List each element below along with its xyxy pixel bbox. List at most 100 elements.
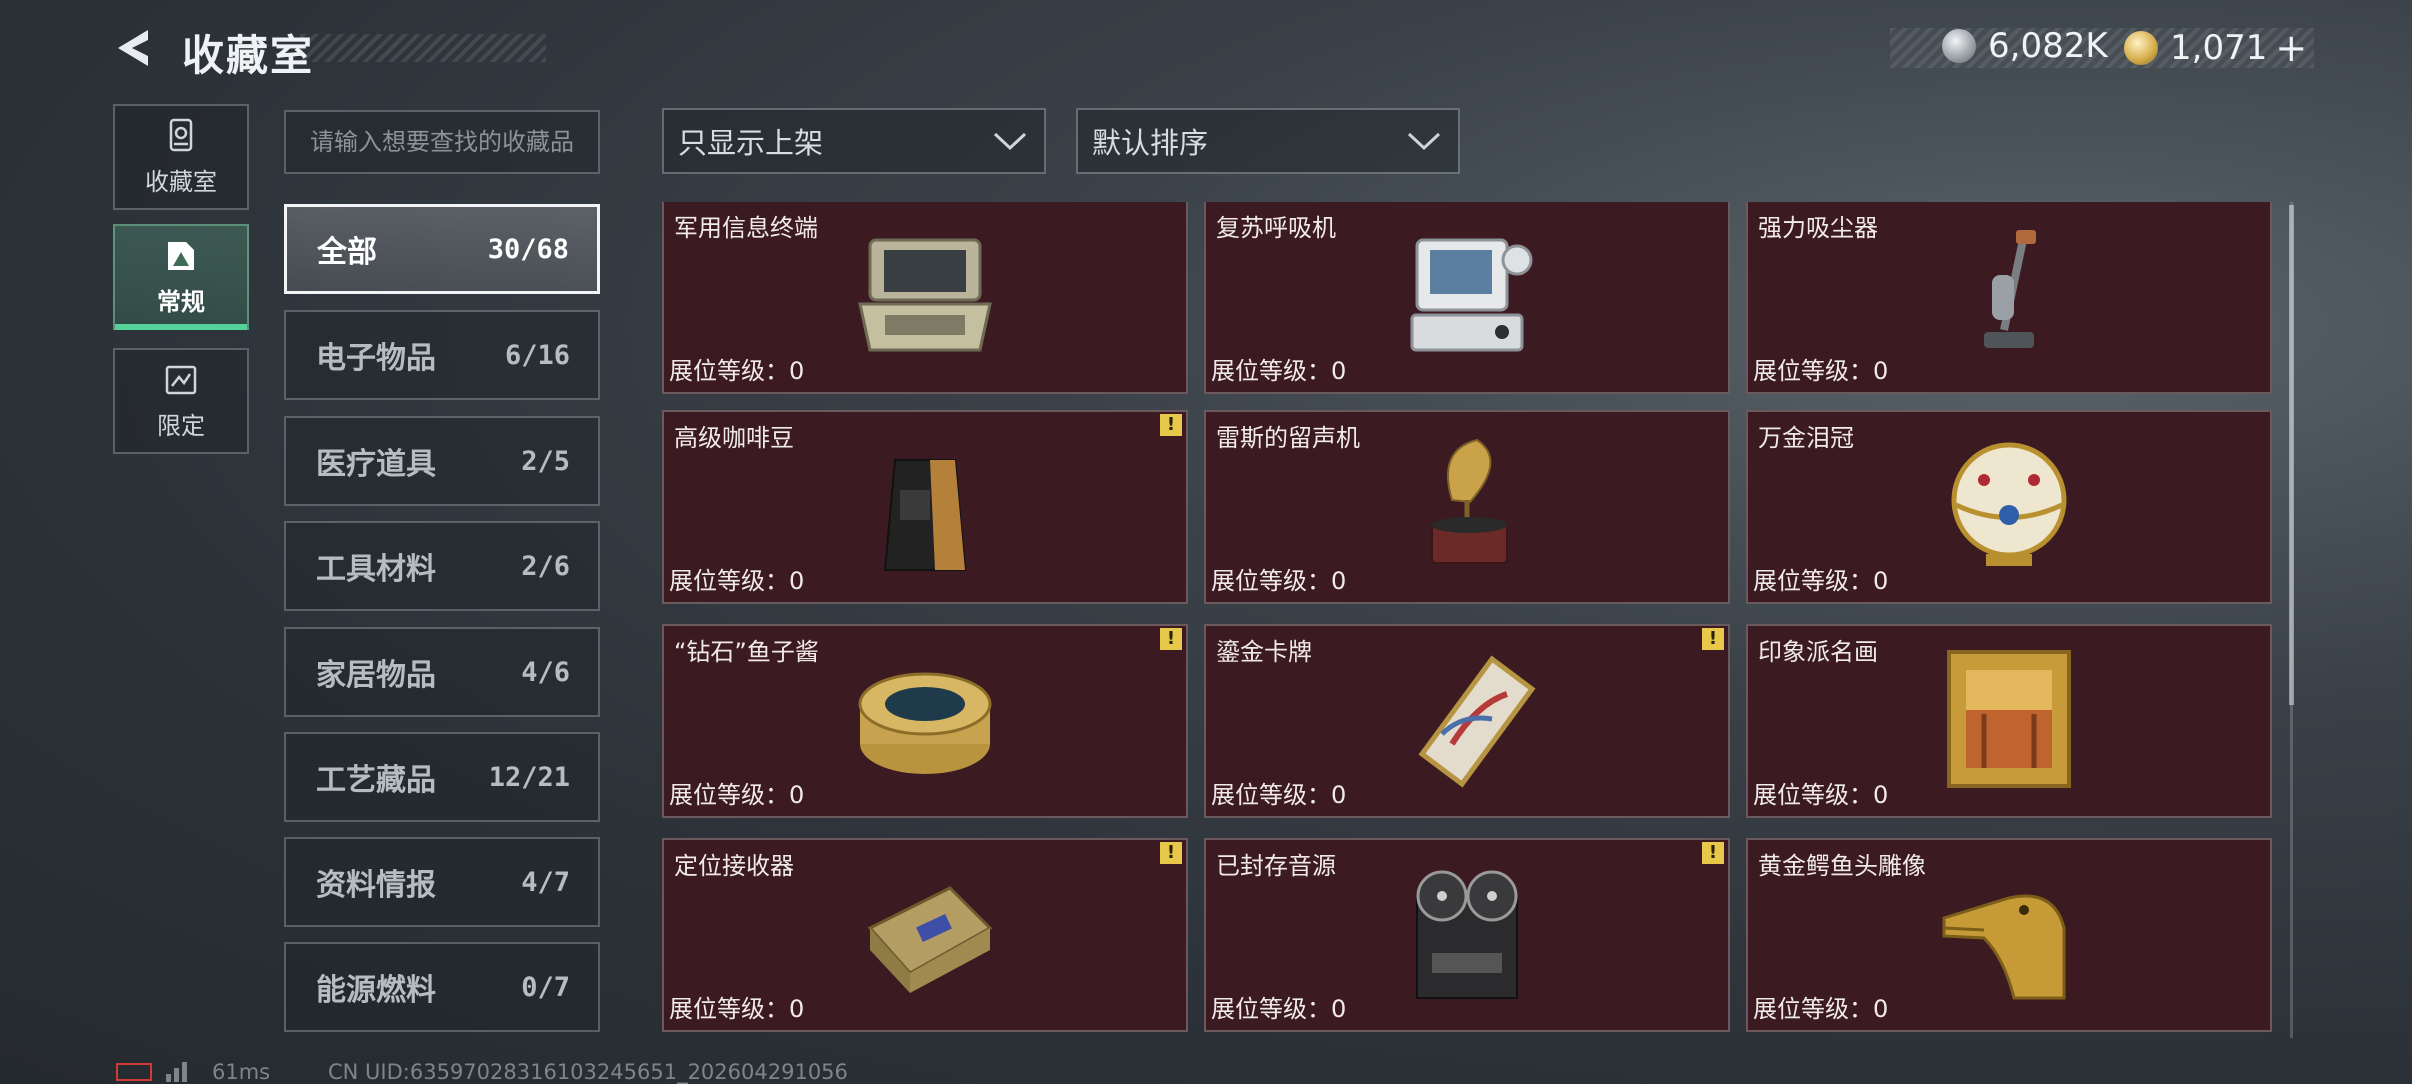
warning-badge-icon: ! xyxy=(1160,628,1182,650)
booth-level: 展位等级：0 xyxy=(669,357,805,385)
item-name: 黄金鳄鱼头雕像 xyxy=(1758,852,1926,880)
category-energy[interactable]: 能源燃料 0/7 xyxy=(284,942,600,1032)
gold-currency[interactable]: 1,071 + xyxy=(2124,26,2307,70)
category-count: 4/6 xyxy=(521,656,570,688)
collection-grid: 军用信息终端 展位等级：0 复苏呼吸机 展位等级：0 强力吸尘器 展位等级：0 xyxy=(660,202,2274,1038)
item-name: 军用信息终端 xyxy=(674,214,818,242)
category-label: 医疗道具 xyxy=(316,447,436,482)
signal-strength-icon xyxy=(166,1058,187,1082)
collection-card[interactable]: 万金泪冠 展位等级：0 xyxy=(1746,410,2272,604)
category-crafts[interactable]: 工艺藏品 12/21 xyxy=(284,732,600,822)
category-count: 6/16 xyxy=(504,339,570,371)
collection-card[interactable]: 已封存音源 ! 展位等级：0 xyxy=(1204,838,1730,1032)
page-title: 收藏室 xyxy=(182,31,315,80)
nav-label: 限定 xyxy=(157,411,205,440)
category-label: 电子物品 xyxy=(316,341,436,376)
regular-collection-icon xyxy=(168,241,194,270)
booth-level: 展位等级：0 xyxy=(1211,357,1347,385)
collection-card[interactable]: 定位接收器 ! 展位等级：0 xyxy=(662,838,1188,1032)
booth-level: 展位等级：0 xyxy=(1211,781,1347,809)
category-medical[interactable]: 医疗道具 2/5 xyxy=(284,416,600,506)
collection-card[interactable]: 印象派名画 展位等级：0 xyxy=(1746,624,2272,818)
user-uid: CN UID:635970283161032456​51_20260429105… xyxy=(328,1060,848,1084)
add-currency-button[interactable]: + xyxy=(2275,26,2307,70)
silver-coin-icon xyxy=(1942,29,1976,63)
item-name: 鎏金卡牌 xyxy=(1216,638,1312,666)
collection-card[interactable]: 军用信息终端 展位等级：0 xyxy=(662,202,1188,394)
chevron-down-icon xyxy=(1407,132,1441,151)
collection-room-icon xyxy=(169,118,193,151)
item-name: 已封存音源 xyxy=(1216,852,1336,880)
warning-badge-icon: ! xyxy=(1702,842,1724,864)
search-input[interactable] xyxy=(308,127,576,157)
category-label: 工艺藏品 xyxy=(316,763,436,798)
gold-amount: 1,071 xyxy=(2170,28,2268,68)
item-name: 高级咖啡豆 xyxy=(674,424,794,452)
warning-badge-icon: ! xyxy=(1702,628,1724,650)
item-name: “钻石”鱼子酱 xyxy=(674,638,819,666)
booth-level: 展位等级：0 xyxy=(1211,567,1347,595)
scrollbar-thumb[interactable] xyxy=(2289,205,2294,705)
silver-currency: 6,082K xyxy=(1942,26,2108,66)
nav-regular[interactable]: 常规 xyxy=(113,224,249,330)
booth-level: 展位等级：0 xyxy=(669,995,805,1023)
booth-level: 展位等级：0 xyxy=(669,567,805,595)
gilded-card-icon xyxy=(1418,655,1536,788)
category-count: 4/7 xyxy=(521,866,570,898)
sort-dropdown[interactable]: 默认排序 xyxy=(1076,108,1460,174)
category-count: 12/21 xyxy=(488,761,570,793)
category-all[interactable]: 全部 30/68 xyxy=(284,204,600,294)
collection-card[interactable]: 黄金鳄鱼头雕像 展位等级：0 xyxy=(1746,838,2272,1032)
dropdown-value: 只显示上架 xyxy=(678,126,824,160)
collection-card[interactable]: 鎏金卡牌 ! 展位等级：0 xyxy=(1204,624,1730,818)
item-name: 定位接收器 xyxy=(674,852,794,880)
back-arrow-icon[interactable] xyxy=(108,24,156,72)
warning-badge-icon: ! xyxy=(1160,842,1182,864)
dropdown-value: 默认排序 xyxy=(1092,126,1209,160)
gold-crocodile-statue-icon xyxy=(1942,894,2066,1000)
gold-coin-icon xyxy=(2124,31,2158,65)
nav-collection-room[interactable]: 收藏室 xyxy=(113,104,249,210)
limited-collection-icon xyxy=(165,365,197,394)
vacuum-cleaner-icon xyxy=(1984,230,2036,348)
caviar-tin-icon xyxy=(858,672,992,774)
nav-label: 常规 xyxy=(157,287,205,316)
chevron-down-icon xyxy=(993,132,1027,151)
gramophone-icon xyxy=(1431,438,1508,564)
collection-card[interactable]: 高级咖啡豆 ! 展位等级：0 xyxy=(662,410,1188,604)
category-label: 资料情报 xyxy=(316,868,436,903)
category-count: 30/68 xyxy=(487,233,569,265)
category-label: 工具材料 xyxy=(316,552,436,587)
search-box[interactable] xyxy=(284,110,600,174)
military-terminal-icon xyxy=(858,238,992,352)
category-label: 家居物品 xyxy=(316,658,436,693)
collection-card[interactable]: “钻石”鱼子酱 ! 展位等级：0 xyxy=(662,624,1188,818)
booth-level: 展位等级：0 xyxy=(1211,995,1347,1023)
battery-icon xyxy=(116,1063,152,1081)
respirator-icon xyxy=(1410,238,1533,352)
nav-limited[interactable]: 限定 xyxy=(113,348,249,454)
booth-level: 展位等级：0 xyxy=(1753,995,1889,1023)
silver-amount: 6,082K xyxy=(1988,26,2108,66)
item-name: 印象派名画 xyxy=(1758,638,1878,666)
category-intel[interactable]: 资料情报 4/7 xyxy=(284,837,600,927)
category-household[interactable]: 家居物品 4/6 xyxy=(284,627,600,717)
collection-card[interactable]: 雷斯的留声机 展位等级：0 xyxy=(1204,410,1730,604)
display-filter-dropdown[interactable]: 只显示上架 xyxy=(662,108,1046,174)
collection-card[interactable]: 复苏呼吸机 展位等级：0 xyxy=(1204,202,1730,394)
item-name: 雷斯的留声机 xyxy=(1216,424,1360,452)
jeweled-egg-icon xyxy=(1951,442,2067,566)
booth-level: 展位等级：0 xyxy=(669,781,805,809)
category-count: 2/6 xyxy=(521,550,570,582)
category-tools[interactable]: 工具材料 2/6 xyxy=(284,521,600,611)
item-name: 强力吸尘器 xyxy=(1758,214,1878,242)
nav-label: 收藏室 xyxy=(145,167,217,196)
coffee-beans-icon xyxy=(883,459,967,571)
booth-level: 展位等级：0 xyxy=(1753,781,1889,809)
collection-card[interactable]: 强力吸尘器 展位等级：0 xyxy=(1746,202,2272,394)
title-decoration xyxy=(300,34,546,62)
booth-level: 展位等级：0 xyxy=(1753,357,1889,385)
framed-painting-icon xyxy=(1947,650,2071,788)
reel-recorder-icon xyxy=(1416,870,1518,999)
category-electronics[interactable]: 电子物品 6/16 xyxy=(284,310,600,400)
